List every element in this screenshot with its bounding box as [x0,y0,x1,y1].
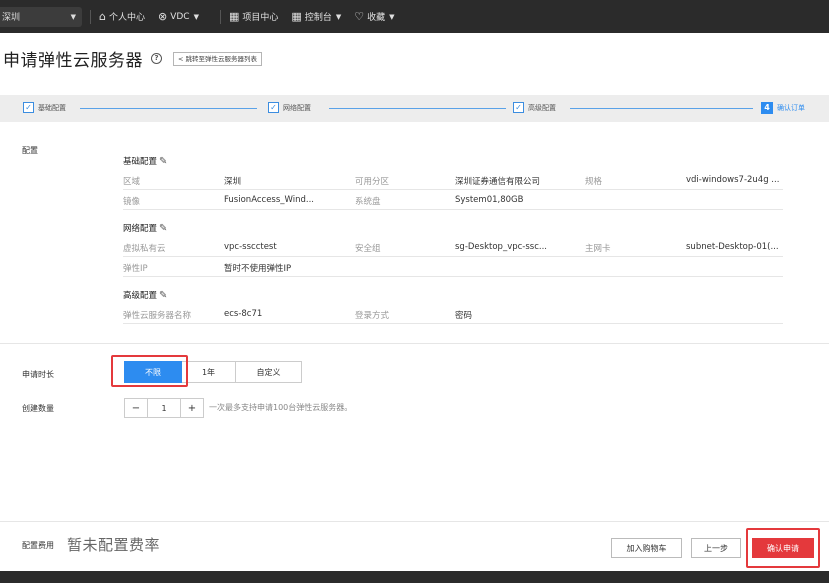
security-group-key: 安全组 [355,244,381,254]
row-divider [123,323,783,324]
chevron-down-icon: ▼ [335,12,342,21]
fee-label: 配置费用 [22,541,54,550]
duration-option-custom[interactable]: 自定义 [236,361,302,383]
region-key: 区域 [123,177,141,187]
home-icon: ⌂ [99,10,106,23]
help-icon[interactable]: ? [151,53,162,64]
duration-label: 申请时长 [22,370,54,379]
nav-console-label: 控制台 [304,13,332,23]
region-selector[interactable]: 深圳 ▼ [0,6,82,27]
nav-vdc[interactable]: ⊗ VDC ▼ [158,10,199,23]
highlight-box [746,528,820,568]
security-group-value: sg-Desktop_vpc-ssc... [455,242,547,252]
network-config-title-text: 网络配置 [123,224,158,234]
network-config-title: 网络配置 ✎ [123,222,167,235]
edit-icon[interactable]: ✎ [159,156,167,167]
system-disk-key: 系统盘 [355,197,381,207]
region-value: 深圳 [224,177,242,187]
grid-icon: ▦ [228,10,240,23]
chevron-down-icon: ▼ [389,12,395,21]
quantity-input[interactable]: 1 [147,399,181,417]
region-label: 深圳 [2,13,21,23]
wizard-steps: ✓ 基础配置 ✓ 网络配置 ✓ 高级配置 4 确认订单 [0,95,829,122]
primary-nic-value: subnet-Desktop-01(... [686,242,779,252]
increment-button[interactable]: + [181,399,203,417]
login-method-value: 密码 [455,311,473,321]
edit-icon[interactable]: ✎ [159,290,167,301]
step-confirm-order: 4 确认订单 [761,102,805,114]
add-to-cart-button[interactable]: 加入购物车 [611,538,682,558]
check-icon: ✓ [23,102,34,113]
step-label: 高级配置 [528,103,556,112]
nav-divider [219,9,221,24]
quantity-stepper: − 1 + [124,398,204,418]
nav-personal-center[interactable]: ⌂ 个人中心 [99,10,145,23]
basic-config-title-text: 基础配置 [123,157,158,167]
step-advanced-config: ✓ 高级配置 [513,102,556,113]
image-value: FusionAccess_Wind... [224,195,315,205]
duration-option-1year[interactable]: 1年 [182,361,236,383]
vdc-icon: ⊗ [158,10,168,23]
eip-value: 暂时不使用弹性IP [224,264,292,274]
nav-divider [90,9,91,24]
row-divider [123,189,783,190]
step-label: 网络配置 [283,103,311,112]
row-divider [123,209,783,210]
heart-icon: ♡ [354,10,365,23]
page-title: 申请弹性云服务器 [3,51,143,71]
nav-vdc-label: VDC [170,11,190,22]
step-label: 基础配置 [38,103,66,112]
nav-personal-center-label: 个人中心 [108,13,145,23]
zone-key: 可用分区 [355,177,390,187]
nav-favorites-label: 收藏 [367,13,386,23]
grid-icon: ▦ [291,10,302,23]
step-label: 确认订单 [777,104,805,112]
bottom-strip [0,571,829,583]
advanced-config-title: 高级配置 ✎ [123,289,167,302]
server-name-key: 弹性云服务器名称 [123,311,192,321]
top-nav-bar: 深圳 ▼ ⌂ 个人中心 ⊗ VDC ▼ ▦ 项目中心 ▦ 控制台 ▼ ♡ 收藏 … [0,0,829,33]
fee-value: 暂未配置费率 [67,536,161,554]
previous-step-button[interactable]: 上一步 [691,538,741,558]
zone-value: 深圳证券通信有限公司 [455,177,541,187]
check-icon: ✓ [513,102,524,113]
step-connector [570,108,753,109]
chevron-down-icon: ▼ [193,12,199,21]
flavor-value: vdi-windows7-2u4g ... [686,175,780,185]
nav-favorites[interactable]: ♡ 收藏 ▼ [354,10,394,23]
advanced-config-title-text: 高级配置 [123,291,158,301]
section-divider [0,343,829,344]
system-disk-value: System01,80GB [455,195,524,205]
step-connector [80,108,257,109]
primary-nic-key: 主网卡 [585,244,611,254]
row-divider [123,276,783,277]
config-section-label: 配置 [22,146,38,155]
quantity-hint: 一次最多支持申请100台弹性云服务器。 [209,403,353,412]
step-basic-config: ✓ 基础配置 [23,102,66,113]
back-to-list-link[interactable]: < 跳转至弹性云服务器列表 [173,51,263,66]
decrement-button[interactable]: − [125,399,147,417]
nav-project-center-label: 项目中心 [242,13,279,23]
eip-key: 弹性IP [123,264,148,274]
footer-bar: 配置费用 暂未配置费率 加入购物车 上一步 确认申请 [0,521,829,571]
highlight-box [111,355,188,387]
step-network-config: ✓ 网络配置 [268,102,311,113]
server-name-value: ecs-8c71 [224,309,263,319]
step-connector [329,108,506,109]
edit-icon[interactable]: ✎ [159,223,167,234]
basic-config-title: 基础配置 ✎ [123,155,167,168]
vpc-key: 虚拟私有云 [123,244,166,254]
nav-project-center[interactable]: ▦ 项目中心 [229,10,278,23]
title-row: 申请弹性云服务器 ? < 跳转至弹性云服务器列表 [0,46,263,71]
row-divider [123,256,783,257]
check-icon: ✓ [268,102,279,113]
chevron-down-icon: ▼ [70,12,76,21]
login-method-key: 登录方式 [355,311,390,321]
quantity-label: 创建数量 [22,404,54,413]
flavor-key: 规格 [585,177,603,187]
image-key: 镜像 [123,197,141,207]
nav-console[interactable]: ▦ 控制台 ▼ [291,10,341,23]
step-number: 4 [761,102,773,114]
vpc-value: vpc-sscctest [224,242,277,252]
